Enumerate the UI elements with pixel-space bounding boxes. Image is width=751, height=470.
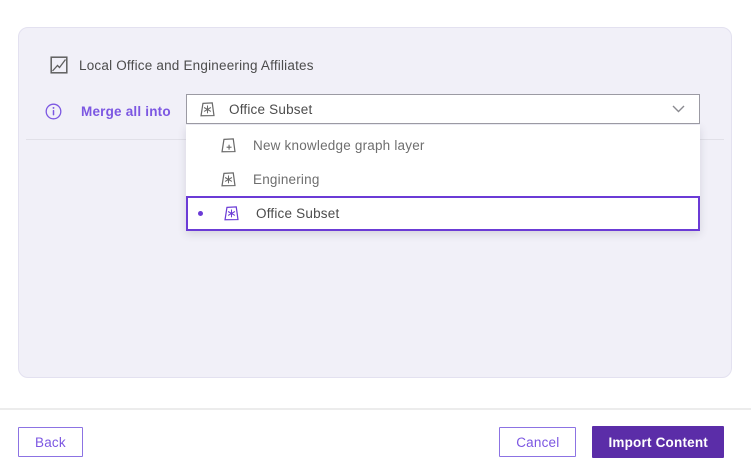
dropdown-option-enginering[interactable]: Enginering xyxy=(186,162,700,196)
dropdown-option-label: Office Subset xyxy=(256,206,339,221)
info-icon[interactable] xyxy=(45,103,62,120)
merge-all-into-label: Merge all into xyxy=(81,104,171,119)
selected-dot xyxy=(198,211,203,216)
knowledge-graph-layer-icon xyxy=(198,100,217,119)
import-content-dialog: Local Office and Engineering Affiliates … xyxy=(0,0,751,470)
import-content-button[interactable]: Import Content xyxy=(592,426,724,458)
merge-target-select[interactable]: Office Subset xyxy=(186,94,700,124)
footer-right-actions: Cancel Import Content xyxy=(499,426,724,458)
dialog-footer: Back Cancel Import Content xyxy=(0,426,751,458)
knowledge-graph-layer-icon xyxy=(219,170,238,189)
dataset-icon xyxy=(50,56,68,74)
footer-divider xyxy=(0,408,751,410)
dropdown-option-label: New knowledge graph layer xyxy=(253,138,425,153)
dropdown-option-new-knowledge-graph-layer[interactable]: New knowledge graph layer xyxy=(186,128,700,162)
knowledge-graph-layer-icon xyxy=(222,204,241,223)
source-layer-label: Local Office and Engineering Affiliates xyxy=(79,58,314,73)
merge-target-value: Office Subset xyxy=(229,102,660,117)
source-layer-row: Local Office and Engineering Affiliates xyxy=(50,47,314,83)
dropdown-option-label: Enginering xyxy=(253,172,320,187)
merge-row: Merge all into xyxy=(45,94,171,128)
back-button[interactable]: Back xyxy=(18,427,83,457)
new-knowledge-graph-layer-icon xyxy=(219,136,238,155)
dropdown-option-office-subset[interactable]: Office Subset xyxy=(186,196,700,231)
chevron-down-icon xyxy=(672,105,685,113)
cancel-button[interactable]: Cancel xyxy=(499,427,576,457)
merge-target-dropdown-menu: New knowledge graph layer Enginering xyxy=(186,125,700,231)
